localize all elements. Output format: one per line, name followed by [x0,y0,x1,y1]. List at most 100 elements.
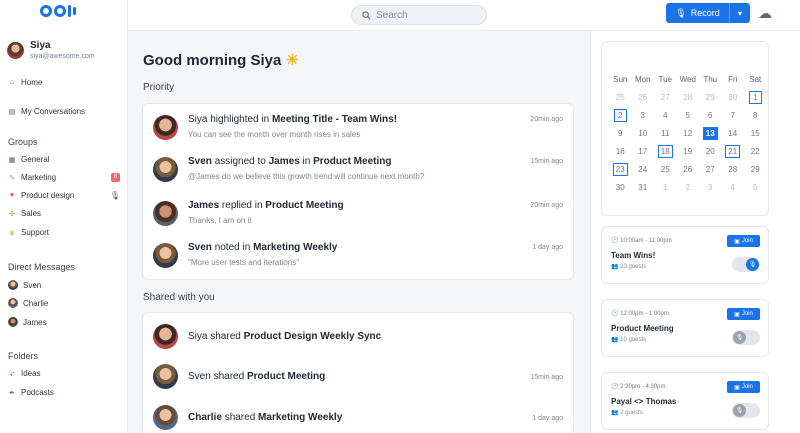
calendar-day-number: 6 [708,110,713,120]
calendar-day[interactable]: 2 [609,106,632,124]
record-toggle[interactable]: 🎙 [732,257,760,272]
meeting-title: Product Meeting [611,324,674,333]
calendar-day[interactable]: 9 [609,124,632,142]
calendar-day[interactable]: 3 [699,178,722,196]
dm-item-label: Charlie [23,298,49,308]
avatar [8,298,18,308]
record-dropdown-button[interactable]: ▾ [730,3,750,23]
sidebar-item-home[interactable]: ⌂ Home [8,78,42,87]
sidebar-item-product-design[interactable]: ♥ Product design 🎙 [8,191,120,200]
calendar-day-number: 16 [615,146,625,156]
folder-item-ideas[interactable]: ➶ Ideas [8,369,41,378]
calendar-day[interactable]: 28 [677,88,700,106]
calendar-day[interactable]: 30 [722,88,745,106]
calendar-day[interactable]: 6 [699,106,722,124]
video-icon: ▣ [734,311,740,318]
user-profile[interactable]: Siya siya@awesome.com [7,40,95,60]
calendar-day[interactable]: 28 [722,160,745,178]
list-item[interactable]: Charlie shared Marketing Weekly 1 day ag… [153,404,563,430]
greeting-text: Good morning Siya [143,52,282,69]
item-subtext: Thanks, I am on it [188,216,252,225]
calendar-day[interactable]: 1 [654,178,677,196]
calendar-day[interactable]: 23 [609,160,632,178]
calendar-today[interactable]: 13 [699,124,722,142]
calendar-day[interactable]: 24 [632,160,655,178]
cloud-upload-icon[interactable]: ☁ [758,5,772,22]
calendar-day[interactable]: 30 [609,178,632,196]
sidebar-item-general[interactable]: ▦ General [8,155,50,164]
calendar-day[interactable]: 7 [722,106,745,124]
calendar-day[interactable]: 2 [677,178,700,196]
calendar-day[interactable]: 11 [654,124,677,142]
list-item[interactable]: Sven shared Product Meeting 15min ago [153,363,563,389]
calendar-day[interactable]: 21 [722,142,745,160]
calendar-day[interactable]: 17 [632,142,655,160]
calendar-day[interactable]: 27 [654,88,677,106]
dm-item-sven[interactable]: Sven [8,280,41,290]
calendar-day[interactable]: 5 [744,178,767,196]
calendar-day[interactable]: 4 [654,106,677,124]
actor: James [188,200,220,211]
calendar-day[interactable]: 19 [677,142,700,160]
video-icon: ▣ [734,238,740,245]
calendar-day[interactable]: 16 [609,142,632,160]
calendar-day[interactable]: 3 [632,106,655,124]
dm-item-james[interactable]: James [8,317,47,327]
sidebar-item-sales[interactable]: ✣ Sales [8,209,41,218]
list-item[interactable]: Siya highlighted in Meeting Title - Team… [153,114,563,140]
calendar-day[interactable]: 26 [632,88,655,106]
meeting-card[interactable]: 🕑 2:30pm - 4:30pm ▣ Join Payal <> Thomas … [601,372,769,430]
calendar-day[interactable]: 31 [632,178,655,196]
calendar-day-header: Mon [634,74,651,84]
calendar-day[interactable]: 12 [677,124,700,142]
join-button[interactable]: ▣ Join [727,308,760,320]
calendar-day[interactable]: 25 [609,88,632,106]
join-button[interactable]: ▣ Join [727,235,760,247]
folder-item-label: Podcasts [21,388,54,397]
list-item[interactable]: James replied in Product Meeting Thanks,… [153,200,563,226]
otter-logo[interactable] [40,5,76,17]
calendar-day[interactable]: 4 [722,178,745,196]
list-item[interactable]: Sven noted in Marketing Weekly "More use… [153,242,563,268]
calendar-day[interactable]: 14 [722,124,745,142]
record-button[interactable]: 🎙 Record [666,3,730,23]
search-input[interactable] [376,9,476,21]
calendar-day-number: 25 [615,92,625,102]
record-toggle[interactable]: 🎙 [732,330,760,345]
search-box[interactable] [351,5,487,25]
calendar-day[interactable]: 27 [699,160,722,178]
sidebar-item-marketing[interactable]: ✎ Marketing 8 [8,173,120,182]
calendar-day[interactable]: 5 [677,106,700,124]
calendar-day-number: 9 [618,128,623,138]
join-button[interactable]: ▣ Join [727,381,760,393]
verb: replied in [221,200,263,211]
calendar-day[interactable]: 20 [699,142,722,160]
calendar-day[interactable]: 25 [654,160,677,178]
folder-item-podcasts[interactable]: ✒ Podcasts [8,388,54,397]
calendar-day[interactable]: 10 [632,124,655,142]
calendar-day-number: 21 [725,144,741,158]
calendar-day[interactable]: 1 [744,88,767,106]
calendar-day[interactable]: 18 [654,142,677,160]
sidebar-item-support[interactable]: ♛ Support [8,228,49,237]
calendar-day[interactable]: 22 [744,142,767,160]
record-toggle[interactable]: 🎙 [732,403,760,418]
calendar-day-number: 4 [730,182,735,192]
document-icon: ▤ [8,108,16,116]
list-item[interactable]: Sven assigned to James in Product Meetin… [153,156,563,182]
calendar-day[interactable]: 29 [744,160,767,178]
handshake-icon: ✣ [9,210,15,218]
sidebar-item-label: Marketing [21,173,57,182]
calendar-day[interactable]: 29 [699,88,722,106]
calendar-day[interactable]: 15 [744,124,767,142]
dm-item-charlie[interactable]: Charlie [8,298,48,308]
meeting-card[interactable]: 🕑 10:00am - 11:00pm ▣ Join Team Wins! 👥 2… [601,226,769,284]
actor: Siya [188,114,208,125]
calendar-day[interactable]: 26 [677,160,700,178]
list-item[interactable]: Siya shared Product Design Weekly Sync [153,323,563,349]
sidebar-item-my-conversations[interactable]: ▤ My Conversations [8,107,85,116]
meeting-card[interactable]: 🕑 12:00pm - 1:00pm ▣ Join Product Meeting… [601,299,769,357]
calendar-day[interactable]: 8 [744,106,767,124]
item-subtext: @James do we believe this growth trend w… [188,172,425,181]
avatar [7,41,24,59]
